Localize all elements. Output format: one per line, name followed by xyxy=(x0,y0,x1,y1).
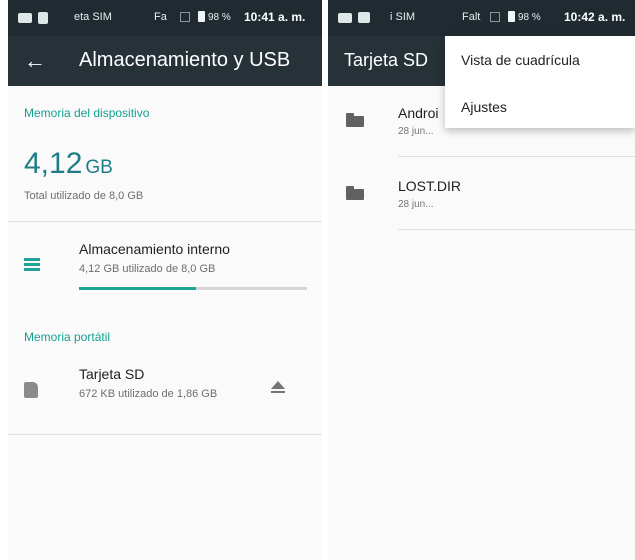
sd-card-screen: i SIM Falt 98 % 10:42 a. m. Tarjeta SD A… xyxy=(328,0,635,560)
sd-card-title: Tarjeta SD xyxy=(79,366,145,382)
photo-icon xyxy=(358,12,370,26)
used-storage-unit: GB xyxy=(85,157,113,178)
used-storage-number: 4,12 xyxy=(24,147,83,180)
status-bar: eta SIM Fa 98 % 10:41 a. m. xyxy=(8,0,322,36)
status-bar: i SIM Falt 98 % 10:42 a. m. xyxy=(328,0,635,36)
file-date: 28 jun... xyxy=(398,126,434,137)
storage-usb-screen: eta SIM Fa 98 % 10:41 a. m. ← Almacenami… xyxy=(8,0,322,560)
storage-usage-bar xyxy=(79,287,307,290)
carrier-label: i SIM xyxy=(390,11,416,23)
notification-icon xyxy=(338,13,352,26)
clock: 10:41 a. m. xyxy=(244,10,306,24)
signal-icon xyxy=(490,12,500,25)
eject-icon[interactable] xyxy=(270,381,286,397)
battery-level: 98 % xyxy=(208,12,231,23)
menu-item-settings[interactable]: Ajustes xyxy=(461,99,507,115)
battery-icon xyxy=(198,11,205,25)
network-label: Falt xyxy=(462,11,481,23)
divider xyxy=(398,229,635,230)
file-name: LOST.DIR xyxy=(398,178,462,194)
photo-icon xyxy=(38,12,48,27)
divider xyxy=(398,156,635,157)
overflow-menu: Vista de cuadrícula Ajustes xyxy=(445,36,635,128)
total-used-text: Total utilizado de 8,0 GB xyxy=(24,190,144,202)
internal-storage-subtitle: 4,12 GB utilizado de 8,0 GB xyxy=(79,263,216,275)
divider xyxy=(8,221,322,222)
file-date: 28 jun... xyxy=(398,199,434,210)
internal-storage-title: Almacenamiento interno xyxy=(79,241,230,257)
used-storage-value: 4,12 GB xyxy=(24,147,113,181)
folder-icon xyxy=(346,186,364,200)
battery-level: 98 % xyxy=(518,12,541,23)
device-memory-header: Memoria del dispositivo xyxy=(24,106,150,120)
portable-memory-header: Memoria portátil xyxy=(24,330,111,344)
battery-icon xyxy=(508,11,515,25)
sd-card-icon xyxy=(24,382,38,398)
carrier-label: eta SIM xyxy=(74,11,112,23)
page-title: Tarjeta SD xyxy=(344,50,429,70)
folder-icon xyxy=(346,113,364,127)
sd-card-subtitle: 672 KB utilizado de 1,86 GB xyxy=(79,388,218,400)
divider xyxy=(8,434,322,435)
file-name: Androi xyxy=(398,105,439,121)
signal-icon xyxy=(180,12,190,25)
clock: 10:42 a. m. xyxy=(564,10,626,24)
page-title: Almacenamiento y USB xyxy=(79,49,291,71)
app-bar: ← Almacenamiento y USB xyxy=(8,36,322,86)
network-label: Fa xyxy=(154,11,167,23)
storage-list-icon xyxy=(24,258,40,272)
menu-item-grid-view[interactable]: Vista de cuadrícula xyxy=(461,52,580,68)
arrow-left-icon[interactable]: ← xyxy=(22,48,48,74)
storage-usage-fill xyxy=(79,287,197,290)
notification-icon xyxy=(18,13,32,26)
screenshot-stage: eta SIM Fa 98 % 10:41 a. m. ← Almacenami… xyxy=(0,0,635,560)
